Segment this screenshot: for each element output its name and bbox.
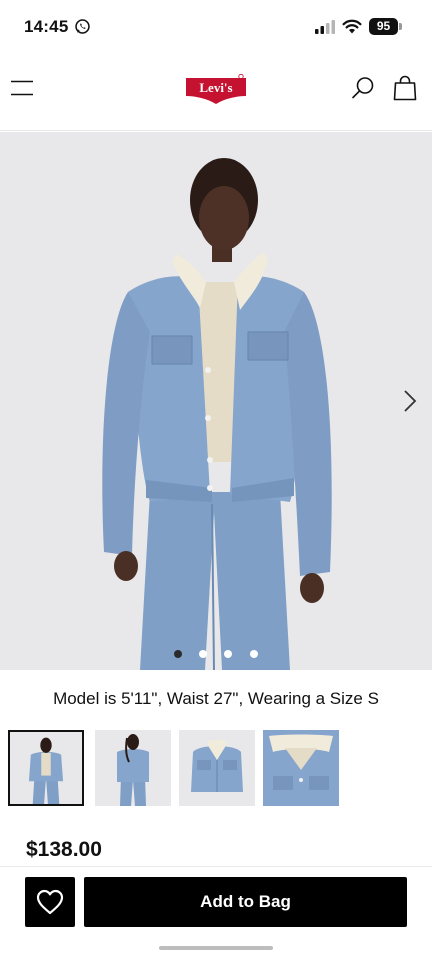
menu-icon[interactable]: [11, 80, 33, 96]
product-image-carousel[interactable]: [0, 132, 432, 670]
home-indicator: [159, 946, 273, 950]
chevron-right-icon[interactable]: [402, 388, 418, 414]
logo-text: Levi's: [199, 80, 232, 95]
battery-tip: [399, 23, 402, 30]
add-to-bag-button[interactable]: Add to Bag: [84, 877, 407, 927]
battery-indicator: 95: [369, 18, 402, 35]
whatsapp-icon: [75, 19, 90, 34]
battery-level: 95: [369, 18, 398, 35]
status-time: 14:45: [24, 17, 69, 36]
product-price: $138.00: [26, 838, 102, 861]
shopping-bag-icon[interactable]: [393, 75, 417, 101]
heart-icon: [36, 889, 64, 915]
model-size-info: Model is 5'11", Waist 27", Wearing a Siz…: [53, 689, 379, 708]
carousel-dots: [172, 650, 262, 660]
carousel-dot[interactable]: [250, 650, 258, 658]
carousel-dot[interactable]: [199, 650, 207, 658]
carousel-dot[interactable]: [174, 650, 182, 658]
wishlist-button[interactable]: [25, 877, 75, 927]
wifi-icon: [342, 19, 362, 34]
status-bar: 14:45 95: [0, 0, 432, 54]
thumbnail-strip: [8, 730, 428, 806]
product-main-image: [0, 132, 432, 670]
thumbnail-front-view[interactable]: [8, 730, 84, 806]
thumbnail-jacket-front[interactable]: [179, 730, 255, 806]
carousel-dot[interactable]: [224, 650, 232, 658]
signal-icon: [315, 20, 335, 34]
bottom-action-bar: Add to Bag: [0, 866, 432, 960]
thumbnail-back-view[interactable]: [95, 730, 171, 806]
site-header: Levi's: [0, 54, 432, 131]
search-icon[interactable]: [351, 76, 375, 100]
levis-logo[interactable]: Levi's: [186, 74, 246, 104]
thumbnail-collar-detail[interactable]: [263, 730, 339, 806]
